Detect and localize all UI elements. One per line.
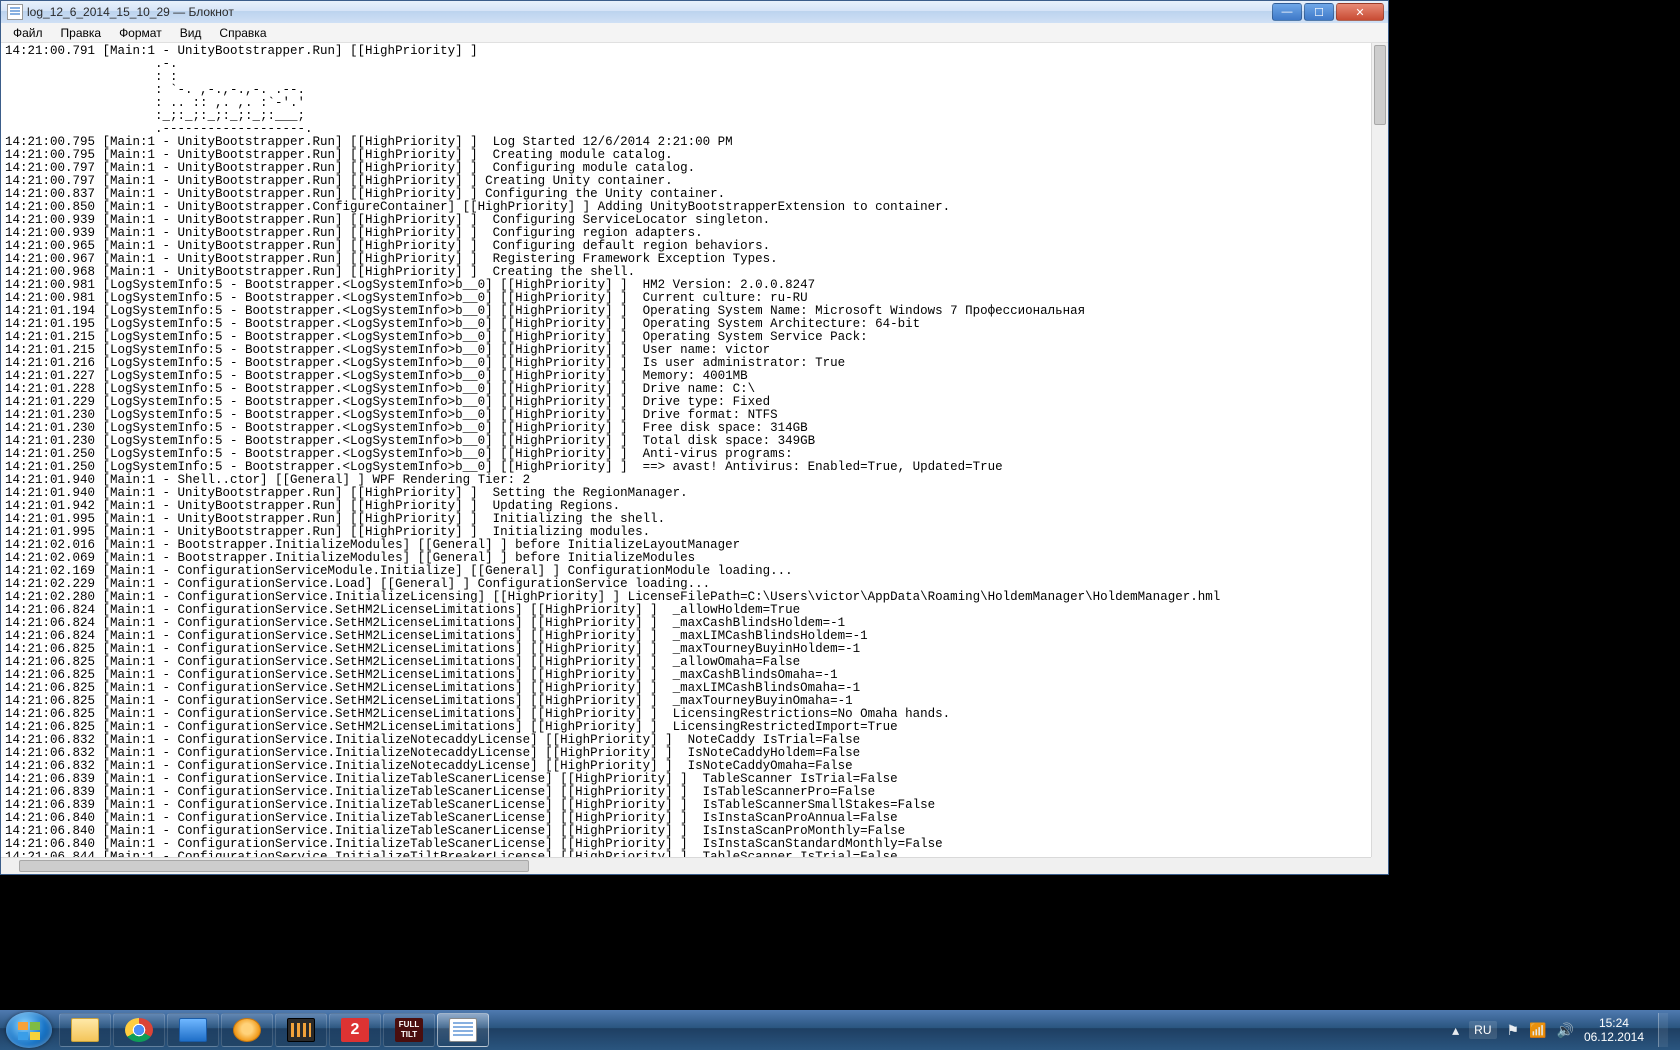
minimize-button[interactable]: — bbox=[1272, 3, 1302, 21]
window-title: log_12_6_2014_15_10_29 — Блокнот bbox=[27, 5, 1272, 19]
menu-view[interactable]: Вид bbox=[172, 24, 210, 42]
h-scroll-thumb[interactable] bbox=[19, 860, 529, 872]
taskbar-item-mpc[interactable] bbox=[275, 1013, 327, 1047]
tray-chevron-icon[interactable]: ▴ bbox=[1452, 1022, 1459, 1039]
vertical-scrollbar[interactable] bbox=[1371, 43, 1388, 857]
notepad-icon bbox=[7, 4, 23, 20]
menubar: Файл Правка Формат Вид Справка bbox=[1, 23, 1388, 43]
clock-time: 15:24 bbox=[1584, 1016, 1644, 1030]
start-button[interactable] bbox=[6, 1012, 52, 1048]
notepad-taskbar-icon bbox=[449, 1018, 477, 1042]
language-indicator[interactable]: RU bbox=[1469, 1021, 1496, 1039]
network-icon[interactable]: 📶 bbox=[1529, 1022, 1546, 1039]
avast-icon bbox=[233, 1018, 261, 1042]
scroll-corner bbox=[1371, 857, 1388, 874]
menu-format[interactable]: Формат bbox=[111, 24, 170, 42]
taskbar-item-chrome[interactable] bbox=[113, 1013, 165, 1047]
volume-icon[interactable]: 🔊 bbox=[1557, 1022, 1574, 1039]
text-area[interactable]: 14:21:00.791 [Main:1 - UnityBootstrapper… bbox=[1, 43, 1388, 874]
menu-file[interactable]: Файл bbox=[5, 24, 51, 42]
notepad-window: log_12_6_2014_15_10_29 — Блокнот — ☐ ✕ Ф… bbox=[0, 0, 1389, 875]
taskbar-item-notepad[interactable] bbox=[437, 1013, 489, 1047]
taskbar-item-app1[interactable] bbox=[167, 1013, 219, 1047]
app-icon bbox=[179, 1018, 207, 1042]
show-desktop-button[interactable] bbox=[1658, 1013, 1668, 1047]
chrome-icon bbox=[125, 1018, 153, 1042]
taskbar-item-hm2[interactable]: 2 bbox=[329, 1013, 381, 1047]
taskbar: 2 FULL TILT ▴ RU ⚑ 📶 🔊 15:24 06.12.2014 bbox=[0, 1010, 1680, 1050]
titlebar[interactable]: log_12_6_2014_15_10_29 — Блокнот — ☐ ✕ bbox=[1, 1, 1388, 23]
menu-help[interactable]: Справка bbox=[211, 24, 274, 42]
taskbar-item-avast[interactable] bbox=[221, 1013, 273, 1047]
v-scroll-thumb[interactable] bbox=[1374, 45, 1386, 125]
folder-icon bbox=[71, 1018, 99, 1042]
hm2-icon: 2 bbox=[341, 1018, 369, 1042]
taskbar-item-fulltilt[interactable]: FULL TILT bbox=[383, 1013, 435, 1047]
close-button[interactable]: ✕ bbox=[1336, 3, 1384, 21]
clock[interactable]: 15:24 06.12.2014 bbox=[1584, 1016, 1644, 1044]
mpc-icon bbox=[287, 1018, 315, 1042]
taskbar-item-explorer[interactable] bbox=[59, 1013, 111, 1047]
flag-icon[interactable]: ⚑ bbox=[1507, 1022, 1520, 1039]
log-text[interactable]: 14:21:00.791 [Main:1 - UnityBootstrapper… bbox=[1, 43, 1388, 874]
maximize-button[interactable]: ☐ bbox=[1304, 3, 1334, 21]
menu-edit[interactable]: Правка bbox=[53, 24, 110, 42]
clock-date: 06.12.2014 bbox=[1584, 1030, 1644, 1044]
fulltilt-icon: FULL TILT bbox=[395, 1018, 423, 1042]
horizontal-scrollbar[interactable] bbox=[1, 857, 1371, 874]
system-tray: ▴ RU ⚑ 📶 🔊 15:24 06.12.2014 bbox=[1452, 1013, 1674, 1047]
